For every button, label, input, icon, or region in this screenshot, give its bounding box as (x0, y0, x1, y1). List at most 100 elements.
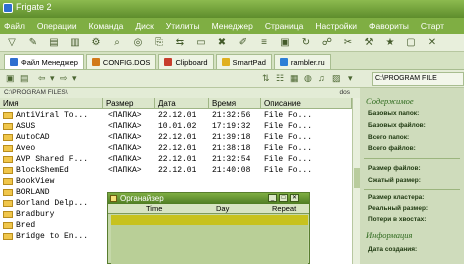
tab-clipboard[interactable]: Clipboard (158, 54, 214, 69)
organizer-column-day[interactable]: Day (216, 204, 229, 214)
sync-icon[interactable]: ↻ (300, 37, 312, 49)
vertical-scrollbar[interactable] (352, 98, 360, 264)
file-description: File Fo... (264, 122, 313, 131)
sort-icon[interactable]: ⇅ (262, 73, 270, 84)
select-icon[interactable]: ✎ (27, 37, 39, 49)
folder-icon (3, 233, 13, 240)
browser-icon (279, 58, 288, 66)
table-row[interactable]: ASUS <ПАПКА> 10.01.02 17:19:32 File Fo..… (0, 121, 352, 132)
tools-icon[interactable]: ✂ (342, 37, 354, 49)
tab-label: Clipboard (175, 57, 208, 67)
column-header-description[interactable]: Описание (261, 98, 352, 109)
folder-icon (3, 211, 13, 218)
delete-icon[interactable]: ✖ (216, 37, 228, 49)
minimize-icon[interactable]: _ (268, 194, 277, 202)
current-path: C:\PROGRAM FILES\ dos (0, 88, 360, 98)
properties-icon[interactable]: ⚙ (90, 37, 102, 49)
clipboard-icon (164, 58, 173, 66)
move-icon[interactable]: ⇆ (174, 37, 186, 49)
menu-start[interactable]: Старт (421, 21, 444, 31)
menu-page[interactable]: Страница (265, 21, 304, 31)
edit-icon[interactable]: ✐ (237, 37, 249, 49)
find-icon[interactable]: ◎ (132, 37, 144, 49)
file-description: File Fo... (264, 144, 313, 153)
table-row[interactable]: AutoCAD <ПАПКА> 22.12.01 21:39:18 File F… (0, 132, 352, 143)
file-time: 21:32:54 (212, 155, 251, 164)
copy-icon[interactable]: ⎘ (153, 37, 165, 49)
image-icon[interactable]: ▨ (332, 73, 341, 84)
tab-smartpad[interactable]: SmartPad (215, 54, 272, 69)
tree-icon[interactable]: ▥ (69, 37, 81, 49)
folder-icon (3, 200, 13, 207)
window-title: Frigate 2 (16, 2, 52, 12)
wrench-icon[interactable]: ✕ (426, 37, 438, 49)
table-row[interactable]: AVP Shared F... <ПАПКА> 22.12.01 21:32:5… (0, 154, 352, 165)
column-header-time[interactable]: Время (209, 98, 261, 109)
menu-file[interactable]: Файл (4, 21, 25, 31)
file-size: <ПАПКА> (108, 122, 142, 131)
file-name: BlockShemEd (16, 166, 69, 175)
drive-icon[interactable]: ▣ (6, 73, 15, 84)
close-icon[interactable]: ✕ (290, 194, 299, 202)
document-icon (91, 58, 100, 66)
total-files-label: Всего файлов: (368, 145, 416, 152)
folder-icon (3, 112, 13, 119)
menu-disk[interactable]: Диск (135, 21, 153, 31)
thumbnail-view-icon[interactable]: ▦ (290, 73, 299, 84)
search-icon[interactable]: ⌕ (111, 37, 123, 49)
chevron-down-icon[interactable]: ▾ (348, 73, 353, 84)
table-row[interactable]: BookView (0, 176, 352, 187)
organizer-title-bar[interactable]: Органайзер _ □ ✕ (108, 193, 309, 204)
menu-utilities[interactable]: Утилиты (166, 21, 200, 31)
tab-label: SmartPad (232, 57, 266, 67)
file-name: AutoCAD (16, 133, 50, 142)
file-name: BookView (16, 177, 55, 186)
path-field[interactable]: C:\PROGRAM FILE (372, 72, 464, 86)
chevron-down-icon[interactable]: ▾ (72, 73, 77, 84)
table-row[interactable]: AntiViral To... <ПАПКА> 22.12.01 21:32:5… (0, 110, 352, 121)
column-header-name[interactable]: Имя (0, 98, 103, 109)
web-icon[interactable]: ◍ (304, 73, 312, 84)
music-icon[interactable]: ♫ (318, 73, 325, 83)
tab-config-dos[interactable]: CONFIG.DOS (85, 54, 157, 69)
drive-list-icon[interactable]: ▤ (20, 73, 29, 84)
tab-bar: Файл Менеджер CONFIG.DOS Clipboard Smart… (0, 52, 464, 70)
forward-arrow-icon[interactable]: ⇨ (60, 73, 68, 84)
tab-label: rambler.ru (290, 57, 325, 67)
menu-command[interactable]: Команда (89, 21, 124, 31)
folder-icon[interactable]: ▭ (195, 37, 207, 49)
screen-icon[interactable]: ▢ (405, 37, 417, 49)
details-view-icon[interactable]: ☷ (276, 73, 284, 84)
organizer-column-repeat[interactable]: Repeat (272, 204, 296, 214)
menu-manager[interactable]: Менеджер (212, 21, 253, 31)
file-description: File Fo... (264, 111, 313, 120)
view-icon[interactable]: ▤ (48, 37, 60, 49)
chevron-down-icon[interactable]: ▾ (50, 73, 55, 84)
menu-settings[interactable]: Настройки (315, 21, 357, 31)
menu-favorites[interactable]: Фавориты (369, 21, 409, 31)
options-icon[interactable]: ⚒ (363, 37, 375, 49)
network-icon[interactable]: ☍ (321, 37, 333, 49)
favorites-icon[interactable]: ★ (384, 37, 396, 49)
filter-icon[interactable]: ▽ (6, 37, 18, 49)
real-size-label: Реальный размер: (368, 205, 429, 212)
tab-file-manager[interactable]: Файл Менеджер (4, 54, 84, 69)
back-arrow-icon[interactable]: ⇦ (38, 73, 46, 84)
file-description: File Fo... (264, 155, 313, 164)
table-row[interactable]: BlockShemEd <ПАПКА> 22.12.01 21:40:08 Fi… (0, 165, 352, 176)
organizer-list[interactable] (111, 225, 308, 264)
tab-rambler[interactable]: rambler.ru (273, 54, 331, 69)
organizer-icon (110, 195, 117, 202)
table-row[interactable]: Aveo <ПАПКА> 22.12.01 21:38:18 File Fo..… (0, 143, 352, 154)
compare-icon[interactable]: ≡ (258, 37, 270, 49)
file-name: Bred (16, 221, 36, 230)
archive-icon[interactable]: ▣ (279, 37, 291, 49)
cluster-size-label: Размер кластера: (368, 194, 425, 201)
maximize-icon[interactable]: □ (279, 194, 288, 202)
organizer-column-time[interactable]: Time (146, 204, 162, 214)
folder-icon (3, 156, 13, 163)
column-header-size[interactable]: Размер (103, 98, 155, 109)
organizer-selected-row[interactable] (111, 215, 308, 225)
menu-operations[interactable]: Операции (37, 21, 77, 31)
column-header-date[interactable]: Дата (155, 98, 209, 109)
